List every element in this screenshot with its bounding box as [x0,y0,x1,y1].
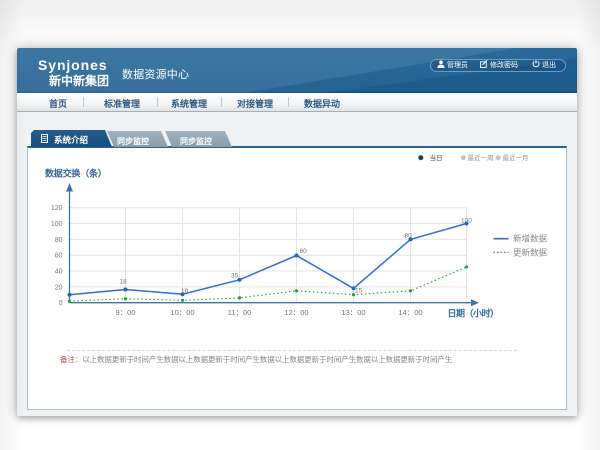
svg-text:35: 35 [231,273,239,280]
svg-text:当日: 当日 [430,153,443,162]
svg-text:13：00: 13：00 [341,308,365,317]
svg-text:11：00: 11：00 [228,308,252,317]
svg-text:100: 100 [51,221,63,228]
svg-text:14：00: 14：00 [398,308,422,317]
svg-text:18: 18 [120,279,128,286]
svg-text:100: 100 [461,218,472,225]
svg-text:40: 40 [55,269,63,276]
svg-text:60: 60 [300,248,308,255]
svg-text:12：00: 12：00 [284,308,308,317]
svg-text:10: 10 [181,288,189,295]
svg-text:10：00: 10：00 [170,308,194,317]
svg-text:80: 80 [405,233,413,240]
svg-text:80: 80 [55,237,63,244]
svg-text:20: 20 [55,284,63,291]
svg-text:15: 15 [355,288,363,295]
svg-text:新增数据: 新增数据 [513,234,548,244]
svg-text:120: 120 [51,205,63,212]
svg-text:日期（小时）: 日期（小时） [448,308,499,319]
svg-text:0: 0 [59,300,63,307]
svg-text:9：00: 9：00 [115,308,135,317]
svg-text:最近一月: 最近一月 [503,153,529,162]
svg-text:数据交换（条）: 数据交换（条） [45,168,107,179]
svg-text:最近一周: 最近一周 [468,153,494,162]
svg-text:60: 60 [55,253,63,260]
svg-text:更新数据: 更新数据 [513,247,548,257]
